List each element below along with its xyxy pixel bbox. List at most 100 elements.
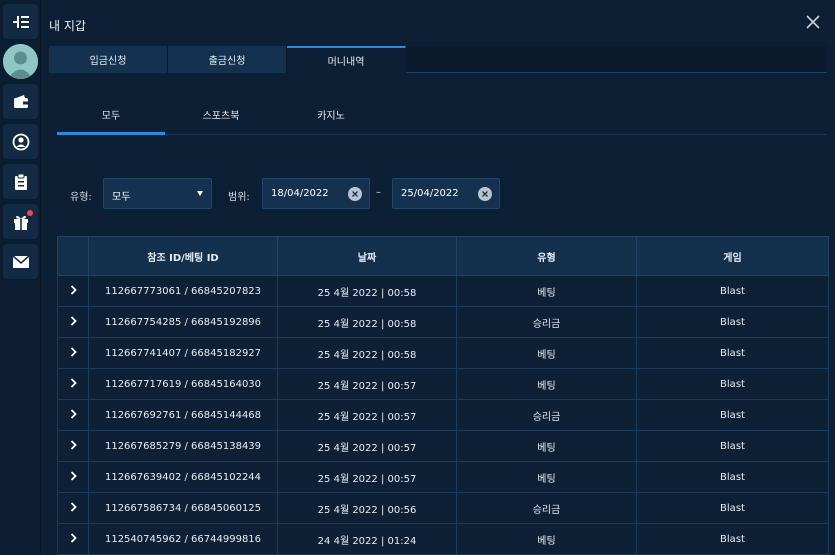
table-row[interactable]: 112667685279 / 66845138439 25 4월 2022 | 0… [57,430,829,462]
subtab-casino[interactable]: 카지노 [277,98,385,135]
menu-collapse-icon [12,15,29,28]
row-ref-id: 112667754285 / 66845192896 [88,306,278,338]
transactions-table: 참조 ID/베팅 ID 날짜 유형 게임 112667773061 / 6684… [57,236,829,555]
row-ref-id: 112667639402 / 66845102244 [88,461,278,493]
gift-icon [13,215,28,230]
row-game: Blast [636,275,829,307]
date-to-value: 25/04/2022 [401,188,459,199]
type-select-value: 모두 [112,192,131,203]
row-ref-id: 112667692761 / 66845144468 [88,399,278,431]
row-game: Blast [636,461,829,493]
row-game: Blast [636,492,829,524]
expand-row-icon[interactable] [57,275,89,307]
row-ref-id: 112667586734 / 66845060125 [88,492,278,524]
date-from-value: 18/04/2022 [271,188,329,199]
gift-button[interactable] [3,204,38,239]
row-type: 베팅 [456,368,637,400]
row-game: Blast [636,430,829,462]
row-type: 베팅 [456,461,637,493]
header-game: 게임 [636,236,829,276]
profile-button[interactable] [3,124,38,159]
row-date: 25 4월 2022 | 00:57 [277,368,457,400]
row-ref-id: 112667773061 / 66845207823 [88,275,278,307]
row-ref-id: 112667741407 / 66845182927 [88,337,278,369]
row-game: Blast [636,523,829,555]
clear-date-from-icon[interactable] [348,187,362,201]
header-expand [57,236,89,276]
table-row[interactable]: 112667754285 / 66845192896 25 4월 2022 | 0… [57,306,829,338]
table-row[interactable]: 112667639402 / 66845102244 25 4월 2022 | 0… [57,461,829,493]
row-type: 베팅 [456,430,637,462]
type-select[interactable]: 모두 [103,178,212,209]
range-filter-label: 범위: [228,192,250,203]
row-date: 25 4월 2022 | 00:58 [277,306,457,338]
tab-withdraw[interactable]: 출금신청 [168,46,287,73]
sidebar-rail [0,0,41,555]
wallet-icon [13,94,28,108]
close-icon[interactable] [805,14,821,30]
wallet-panel: 내 지갑 입금신청 출금신청 머니내역 모두 스포츠북 카지노 유형: 모두 범… [41,0,835,555]
expand-row-icon[interactable] [57,306,89,338]
row-game: Blast [636,368,829,400]
main-tabs: 입금신청 출금신청 머니내역 [49,46,827,73]
row-game: Blast [636,337,829,369]
mail-icon [12,254,29,268]
caret-down-icon [197,191,203,196]
row-ref-id: 112540745962 / 66744999816 [88,523,278,555]
expand-row-icon[interactable] [57,337,89,369]
table-row[interactable]: 112667741407 / 66845182927 25 4월 2022 | 0… [57,337,829,369]
expand-row-icon[interactable] [57,461,89,493]
row-date: 25 4월 2022 | 00:57 [277,399,457,431]
row-type: 승리금 [456,492,637,524]
clipboard-button[interactable] [3,164,38,199]
table-row[interactable]: 112667692761 / 66845144468 25 4월 2022 | 0… [57,399,829,431]
type-filter-label: 유형: [70,192,92,203]
expand-row-icon[interactable] [57,492,89,524]
table-header-row: 참조 ID/베팅 ID 날짜 유형 게임 [57,236,829,276]
row-game: Blast [636,399,829,431]
date-separator: – [376,187,381,198]
notification-dot [27,210,33,216]
date-from-field[interactable]: 18/04/2022 [262,178,370,209]
expand-row-icon[interactable] [57,399,89,431]
expand-row-icon[interactable] [57,368,89,400]
table-row[interactable]: 112667773061 / 66845207823 25 4월 2022 | 0… [57,275,829,307]
clipboard-icon [14,173,27,190]
row-game: Blast [636,306,829,338]
table-row[interactable]: 112540745962 / 66744999816 24 4월 2022 | 0… [57,523,829,555]
expand-row-icon[interactable] [57,430,89,462]
date-to-field[interactable]: 25/04/2022 [392,178,500,209]
row-date: 25 4월 2022 | 00:56 [277,492,457,524]
subtab-all[interactable]: 모두 [57,98,165,135]
avatar[interactable] [3,44,38,79]
header-date: 날짜 [277,236,457,276]
header-ref-id: 참조 ID/베팅 ID [88,236,278,276]
row-ref-id: 112667717619 / 66845164030 [88,368,278,400]
tab-deposit[interactable]: 입금신청 [49,46,168,73]
user-avatar-icon [3,44,38,79]
header-type: 유형 [456,236,637,276]
menu-collapse-button[interactable] [3,4,38,39]
wallet-button[interactable] [3,84,38,119]
row-type: 베팅 [456,523,637,555]
row-date: 25 4월 2022 | 00:57 [277,461,457,493]
mail-button[interactable] [3,244,38,279]
row-date: 25 4월 2022 | 00:57 [277,430,457,462]
table-row[interactable]: 112667717619 / 66845164030 25 4월 2022 | 0… [57,368,829,400]
window-title: 내 지갑 [49,19,86,33]
row-type: 승리금 [456,306,637,338]
tab-money-history[interactable]: 머니내역 [287,46,406,73]
row-date: 24 4월 2022 | 01:24 [277,523,457,555]
subtab-sportsbook[interactable]: 스포츠북 [167,98,275,135]
row-date: 25 4월 2022 | 00:58 [277,337,457,369]
table-row[interactable]: 112667586734 / 66845060125 25 4월 2022 | 0… [57,492,829,524]
clear-date-to-icon[interactable] [478,187,492,201]
row-type: 베팅 [456,275,637,307]
row-ref-id: 112667685279 / 66845138439 [88,430,278,462]
row-type: 승리금 [456,399,637,431]
row-date: 25 4월 2022 | 00:58 [277,275,457,307]
profile-icon [12,133,29,150]
expand-row-icon[interactable] [57,523,89,555]
row-type: 베팅 [456,337,637,369]
category-subtabs: 모두 스포츠북 카지노 [57,98,827,135]
